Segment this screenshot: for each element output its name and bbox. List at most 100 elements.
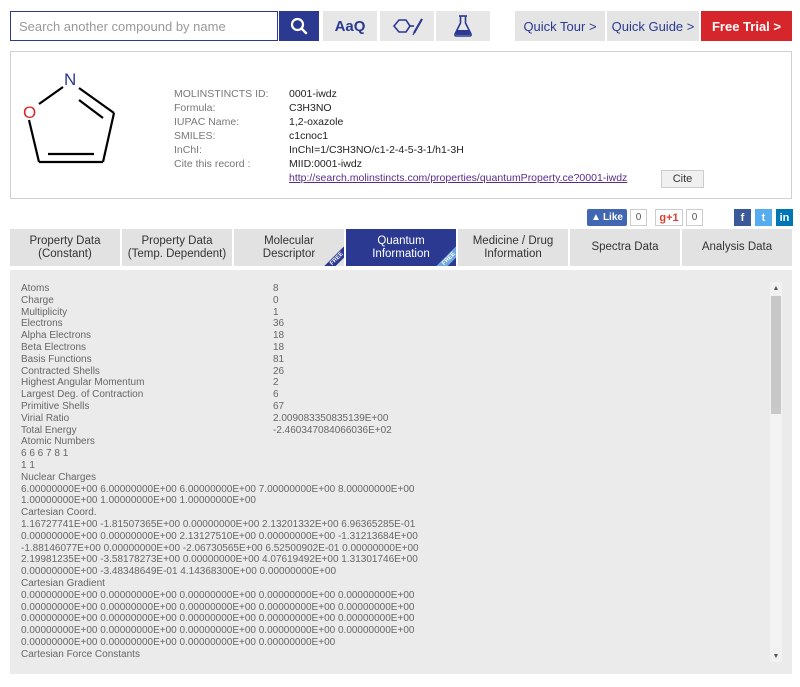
search-icon [290,17,308,35]
draw-structure-icon [392,18,423,36]
tab-label: Spectra Data [591,241,659,253]
scroll-up-arrow-icon[interactable]: ▲ [770,282,782,294]
property-value: 81 [273,353,285,365]
property-name: Electrons [21,318,63,330]
free-badge: FREE [434,244,456,266]
property-name: Virial Ratio [21,412,70,424]
data-line: 0.00000000E+00 0.00000000E+00 0.00000000… [21,625,415,637]
tab-2[interactable]: Molecular Descriptor FREE [234,229,344,266]
tab-6[interactable]: Analysis Data [682,229,792,266]
quantum-information-panel: Atoms 8 Charge 0 Multiplicity 1 Electrons 36 Alp… [10,270,792,674]
cite-button[interactable]: Cite [661,170,704,188]
search-button[interactable] [279,11,319,41]
twitter-share-icon[interactable]: t [755,209,772,226]
record-values: 0001-iwdz C3H3NO 1,2-oxazole c1cnoc1 InC… [289,87,627,185]
tab-4[interactable]: Medicine / Drug Information [458,229,568,266]
tab-label: Analysis Data [701,241,773,253]
quantum-data-content: Atoms 8 Charge 0 Multiplicity 1 Electrons 36 Alp… [21,283,761,661]
quantum-property-list: Atoms 8 Charge 0 Multiplicity 1 Electrons 36 Alp… [21,283,761,436]
tab-1[interactable]: Property Data (Temp. Dependent) [122,229,232,266]
label-iupac: IUPAC Name: [174,116,240,128]
tab-label: Molecular Descriptor [262,234,316,260]
property-row: Basis Functions 81 [21,354,761,366]
property-value: 1 [273,306,279,318]
scroll-thumb[interactable] [771,296,781,414]
quantum-block-list: Atomic Numbers 6 6 6 7 8 11 1 Nuclear Char… [21,436,761,660]
property-name: Highest Angular Momentum [21,377,145,389]
panel-scrollbar[interactable]: ▲ ▼ [770,282,782,662]
property-row: Total Energy -2.460347084066036E+02 [21,425,761,437]
property-row: Largest Deg. of Contraction 6 [21,389,761,401]
property-value: 26 [273,365,285,377]
smiles-value: c1cnoc1 [289,130,329,142]
cite-id-value: MIID:0001-iwdz [289,158,362,170]
data-line: 0.00000000E+00 0.00000000E+00 0.00000000… [21,613,415,625]
data-line: 1.16727741E+00 -1.81507365E+00 0.0000000… [21,518,416,530]
data-line: -1.88146077E+00 0.00000000E+00 -2.067305… [21,542,419,554]
property-row: Atoms 8 [21,283,761,295]
text-search-button[interactable]: AaQ [323,11,377,41]
top-bar: AaQ Quick Tour > Quick Guide > Free Tria… [0,0,800,48]
inchi-value: InChI=1/C3H3NO/c1-2-4-5-3-1/h1-3H [289,144,464,156]
property-row: Highest Angular Momentum 2 [21,377,761,389]
property-name: Basis Functions [21,353,92,365]
quick-tour-button[interactable]: Quick Tour > [515,11,605,41]
label-inchi: InChI: [174,144,203,156]
data-line: 1 1 [21,459,35,471]
property-value: 2 [273,377,279,389]
property-value: 2.009083350835139E+00 [273,412,389,424]
quick-guide-button[interactable]: Quick Guide > [607,11,699,41]
flask-icon [454,15,472,37]
property-name: Total Energy [21,424,77,436]
google-plus-button[interactable]: g+1 [655,209,683,226]
data-line: 0.00000000E+00 -3.48348649E-01 4.1436830… [21,566,337,578]
tab-label: Medicine / Drug Information [472,234,554,260]
property-row: Multiplicity 1 [21,307,761,319]
tab-3[interactable]: Quantum Information FREE [346,229,456,266]
property-value: 18 [273,341,285,353]
property-value: 6 [273,389,279,401]
linkedin-share-icon[interactable]: in [776,209,793,226]
tab-5[interactable]: Spectra Data [570,229,680,266]
property-name: Beta Electrons [21,341,87,353]
data-line: 1.00000000E+00 1.00000000E+00 1.00000000… [21,495,256,507]
scroll-down-arrow-icon[interactable]: ▼ [770,650,782,662]
structure-search-button[interactable] [380,11,434,41]
tab-0[interactable]: Property Data (Constant) [10,229,120,266]
property-value: 8 [273,283,279,294]
property-row: Beta Electrons 18 [21,342,761,354]
property-row: Virial Ratio 2.009083350835139E+00 [21,413,761,425]
property-row: Alpha Electrons 18 [21,330,761,342]
data-line: Cartesian Gradient [21,577,105,589]
search-field[interactable] [10,11,278,41]
facebook-like-button[interactable]: ▲ Like [587,209,627,226]
facebook-like-label: Like [602,212,623,223]
property-value: 18 [273,330,285,342]
property-row: Charge 0 [21,295,761,307]
data-line: 6.00000000E+00 6.00000000E+00 6.00000000… [21,483,415,495]
property-name: Contracted Shells [21,365,100,377]
data-line: 0.00000000E+00 0.00000000E+00 0.00000000… [21,589,415,601]
facebook-like-count: 0 [630,209,647,226]
property-row: Contracted Shells 26 [21,366,761,378]
data-line: 0.00000000E+00 0.00000000E+00 0.00000000… [21,601,415,613]
property-value: 67 [273,400,285,412]
property-value: 36 [273,318,285,330]
google-plus-count: 0 [686,209,703,226]
property-search-button[interactable] [436,11,490,41]
molinstincts-id: 0001-iwdz [289,88,337,100]
property-name: Primitive Shells [21,400,90,412]
property-name: Atoms [21,283,50,294]
facebook-share-icon[interactable]: f [734,209,751,226]
property-value: 0 [273,294,279,306]
property-tabs: Property Data (Constant) Property Data (T… [10,229,792,266]
data-line: Nuclear Charges [21,471,97,483]
label-id: MOLINSTINCTS ID: [174,88,269,100]
cite-url-link[interactable]: http://search.molinstincts.com/propertie… [289,172,627,184]
label-formula: Formula: [174,102,216,114]
free-trial-button[interactable]: Free Trial > [701,11,792,41]
search-input[interactable] [11,12,277,40]
iupac-name-value: 1,2-oxazole [289,116,344,128]
tab-label: Property Data (Constant) [29,234,101,260]
molecule-structure: N O [23,70,116,164]
